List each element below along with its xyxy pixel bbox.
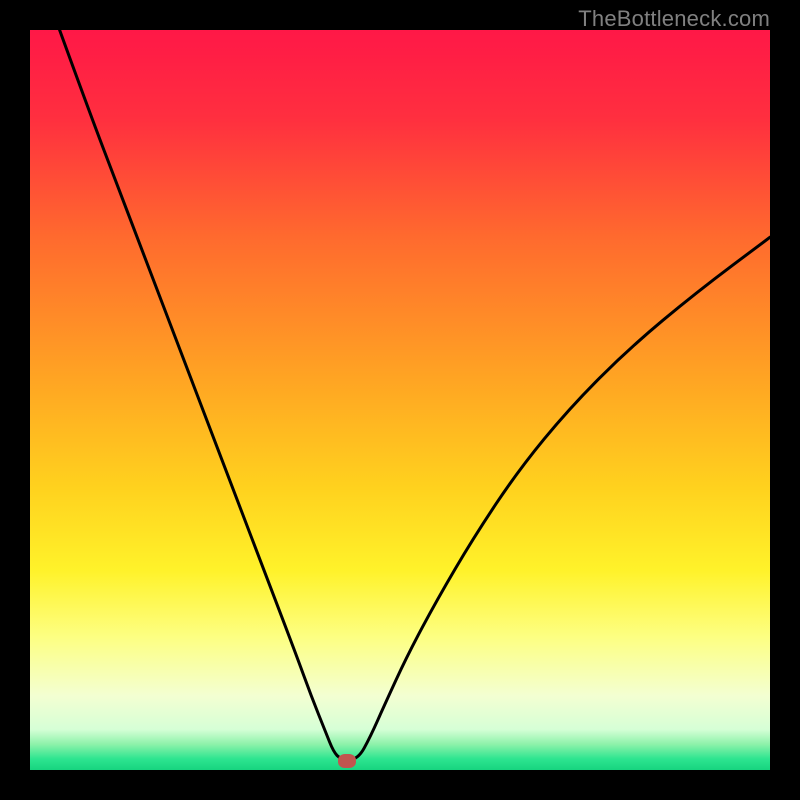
plot-area — [30, 30, 770, 770]
gradient-rect — [30, 30, 770, 770]
gradient-background — [30, 30, 770, 770]
optimum-marker — [338, 754, 356, 768]
watermark-text: TheBottleneck.com — [578, 6, 770, 32]
chart-frame: TheBottleneck.com — [0, 0, 800, 800]
